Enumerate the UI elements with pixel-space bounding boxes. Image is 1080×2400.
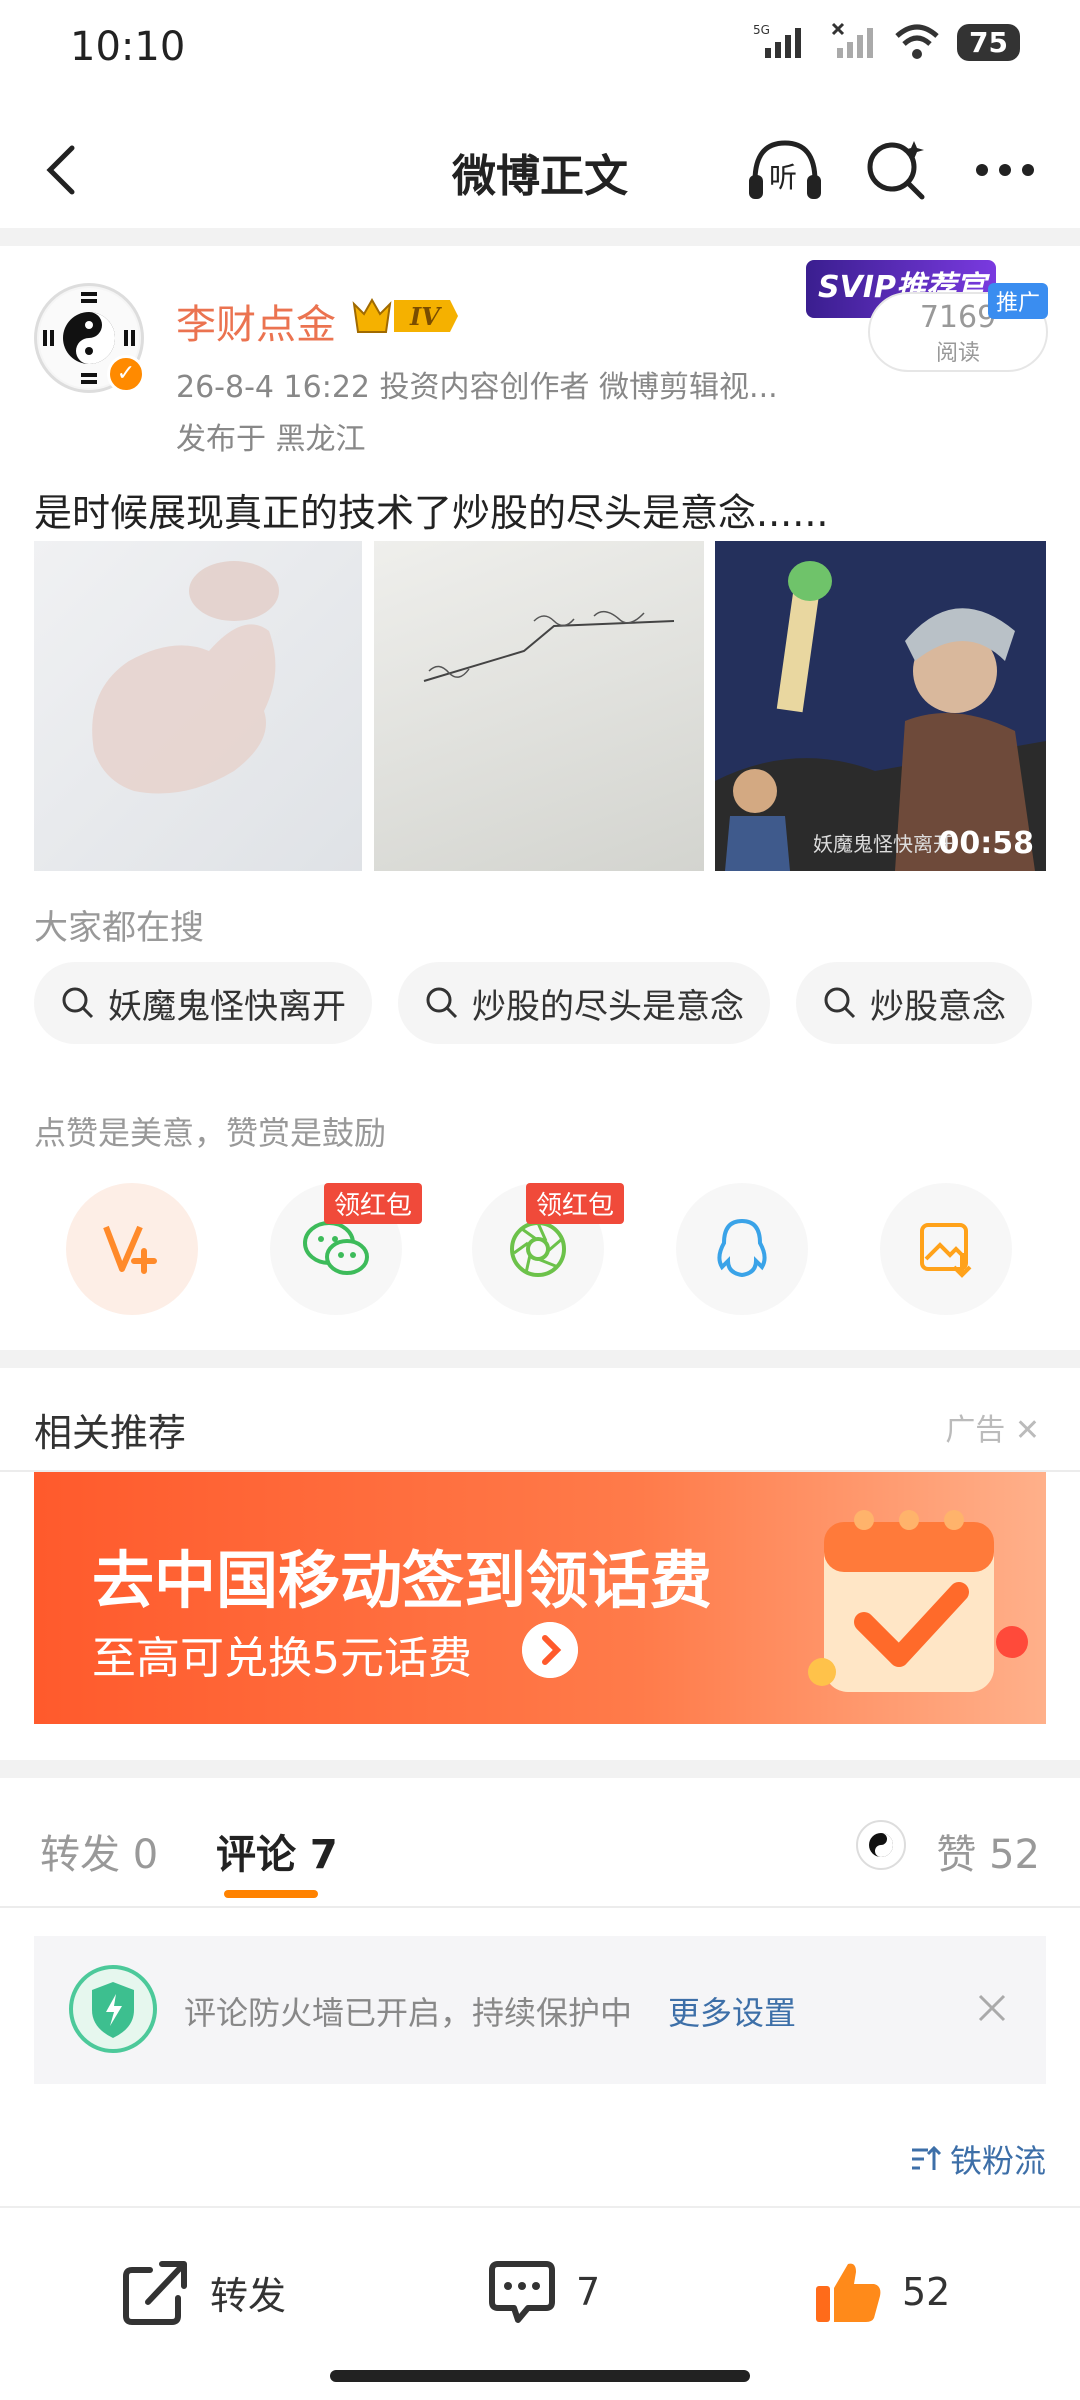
search-chip-label: 妖魔鬼怪快离开 [108, 986, 346, 1027]
related-title: 相关推荐 [34, 1411, 187, 1455]
section-separator [0, 1760, 1080, 1778]
post-image-paper[interactable] [374, 541, 704, 871]
sort-toggle[interactable]: 铁粉流 [908, 2136, 1046, 2182]
author-name[interactable]: 李财点金 [176, 292, 336, 350]
comment-firewall-notice: 评论防火墙已开启，持续保护中 更多设置 [34, 1936, 1046, 2084]
cartoon-illustration [715, 541, 1046, 871]
post-image-hand[interactable] [34, 541, 362, 871]
svg-text:5G: 5G [753, 23, 770, 37]
yin-yang-icon [869, 1833, 893, 1857]
top-nav-bar: 微博正文 听 [0, 110, 1080, 230]
status-time: 10:10 [70, 24, 186, 70]
trending-search-label: 大家都在搜 [34, 908, 204, 948]
home-indicator [330, 2370, 750, 2382]
chevron-right-icon [522, 1622, 578, 1678]
svg-text:听: 听 [769, 161, 797, 194]
search-chip[interactable]: 炒股的尽头是意念 [398, 962, 770, 1044]
repost-label: 转发 [210, 2273, 287, 2318]
wechat-icon [303, 1221, 369, 1275]
share-arrow-icon [123, 2261, 187, 2325]
ad-banner[interactable]: 去中国移动签到领话费 至高可兑换5元话费 [34, 1472, 1046, 1724]
banner-subtitle: 至高可兑换5元话费 [92, 1633, 472, 1684]
post-text: 是时候展现真正的技术了炒股的尽头是意念...... [34, 491, 829, 535]
search-chip[interactable]: 炒股意念 [796, 962, 1032, 1044]
repost-button[interactable]: 转发 [120, 2256, 286, 2328]
video-duration: 00:58 [938, 826, 1035, 861]
liker-avatar[interactable] [856, 1820, 906, 1870]
signal-off-icon [831, 22, 874, 58]
active-tab-indicator [224, 1890, 318, 1898]
calendar-check-icon [808, 1510, 1028, 1692]
signal-5g-icon: 5G [753, 23, 802, 58]
close-icon[interactable] [972, 1988, 1012, 2028]
share-qq-button[interactable] [676, 1183, 808, 1315]
moments-aperture-icon [510, 1221, 566, 1277]
search-icon[interactable] [862, 135, 932, 205]
handwriting-illustration [423, 610, 675, 682]
shield-lightning-icon [69, 1965, 157, 2053]
search-chip-label: 炒股的尽头是意念 [472, 986, 744, 1027]
divider [0, 1906, 1080, 1908]
wifi-icon [895, 24, 939, 59]
video-caption: 妖魔鬼怪快离开 [813, 832, 953, 856]
search-icon [62, 987, 94, 1019]
v-plus-icon [103, 1225, 157, 1274]
thumbs-up-icon [816, 2263, 881, 2322]
hongbao-badge: 领红包 [526, 1183, 625, 1224]
verified-badge-icon: ✓ [107, 355, 145, 393]
qq-penguin-icon [717, 1218, 767, 1278]
reward-label: 点赞是美意，赞赏是鼓励 [34, 1114, 387, 1152]
comment-button[interactable]: 7 [486, 2256, 600, 2328]
section-separator [0, 228, 1080, 246]
post-location: 发布于 黑龙江 [176, 422, 366, 457]
search-icon [426, 987, 458, 1019]
sort-label: 铁粉流 [949, 2142, 1046, 2180]
crown-level-badge-icon: IV [352, 297, 458, 333]
promo-tag: 推广 [988, 283, 1049, 319]
banner-title: 去中国移动签到领话费 [92, 1544, 713, 1617]
hand-illustration [92, 561, 279, 794]
comment-bubble-icon [489, 2261, 555, 2323]
tab-repost[interactable]: 转发 0 [40, 1822, 158, 1880]
save-image-icon [920, 1223, 972, 1278]
comment-count: 7 [576, 2270, 601, 2314]
search-chip-label: 炒股意念 [870, 986, 1006, 1027]
sort-icon [911, 2145, 942, 2170]
close-icon: ✕ [1014, 1413, 1040, 1448]
like-button[interactable]: 52 [812, 2256, 950, 2328]
firewall-text: 评论防火墙已开启，持续保护中 [184, 1994, 633, 2032]
read-count-label: 阅读 [935, 341, 980, 366]
search-chip[interactable]: 妖魔鬼怪快离开 [34, 962, 372, 1044]
ad-label: 广告 [945, 1413, 1006, 1448]
battery-indicator: 75 [957, 23, 1020, 61]
listen-headphones-icon[interactable]: 听 [745, 135, 825, 205]
post-meta: 26-8-4 16:22 投资内容创作者 微博剪辑视... [176, 370, 778, 405]
ad-close-button[interactable]: 广告 ✕ [945, 1405, 1040, 1449]
search-icon [824, 987, 856, 1019]
reward-button[interactable] [66, 1183, 198, 1315]
hongbao-badge: 领红包 [324, 1183, 423, 1224]
section-separator [0, 1350, 1080, 1368]
status-icons: 5G 75 [753, 22, 1020, 62]
post-video-thumbnail[interactable]: 妖魔鬼怪快离开 00:58 [715, 541, 1046, 871]
tab-comments[interactable]: 评论 7 [216, 1822, 338, 1880]
like-count: 52 [902, 2270, 951, 2314]
svg-text:IV: IV [409, 302, 442, 331]
tab-likes[interactable]: 赞 52 [936, 1822, 1040, 1880]
save-image-button[interactable] [880, 1183, 1012, 1315]
more-settings-link[interactable]: 更多设置 [668, 1988, 796, 2034]
more-options-icon[interactable] [970, 140, 1040, 200]
